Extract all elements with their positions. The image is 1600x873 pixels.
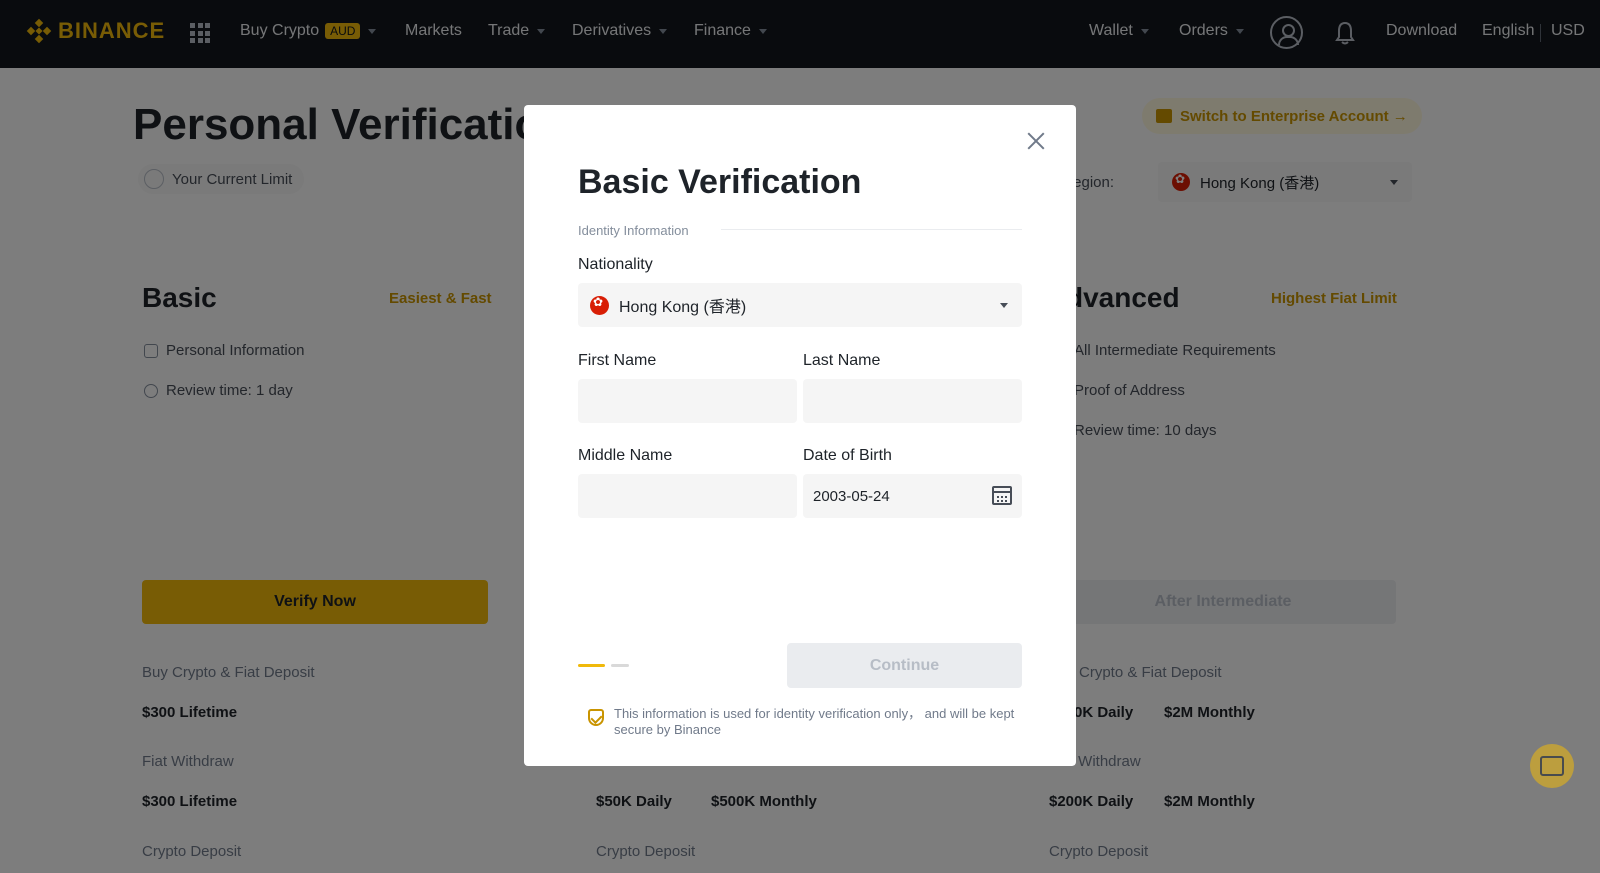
identity-section-label: Identity Information: [578, 223, 689, 238]
chevron-down-icon: [1000, 303, 1008, 308]
close-icon[interactable]: [1025, 130, 1047, 152]
shield-check-icon: [588, 709, 604, 726]
last-name-label: Last Name: [803, 352, 881, 369]
dob-input[interactable]: 2003-05-24: [803, 474, 1022, 518]
dob-value: 2003-05-24: [813, 487, 890, 505]
nationality-value: Hong Kong (香港): [619, 299, 747, 316]
middle-name-label: Middle Name: [578, 447, 673, 464]
continue-button[interactable]: Continue: [787, 643, 1022, 688]
calendar-icon[interactable]: [992, 486, 1012, 505]
step-indicator-inactive: [611, 664, 629, 667]
hong-kong-flag-icon: [590, 295, 609, 315]
chat-support-button[interactable]: [1530, 744, 1574, 788]
modal-title: Basic Verification: [578, 163, 862, 201]
section-divider: [721, 229, 1022, 230]
step-indicator-active: [578, 664, 605, 667]
middle-name-input[interactable]: [578, 474, 797, 518]
first-name-input[interactable]: [578, 379, 797, 423]
nationality-label: Nationality: [578, 256, 653, 273]
basic-verification-modal: Basic Verification Identity Information …: [524, 105, 1076, 766]
last-name-input[interactable]: [803, 379, 1022, 423]
dob-label: Date of Birth: [803, 447, 892, 464]
nationality-select[interactable]: Hong Kong (香港): [578, 283, 1022, 327]
secure-note: This information is used for identity ve…: [614, 706, 1015, 737]
first-name-label: First Name: [578, 352, 657, 369]
